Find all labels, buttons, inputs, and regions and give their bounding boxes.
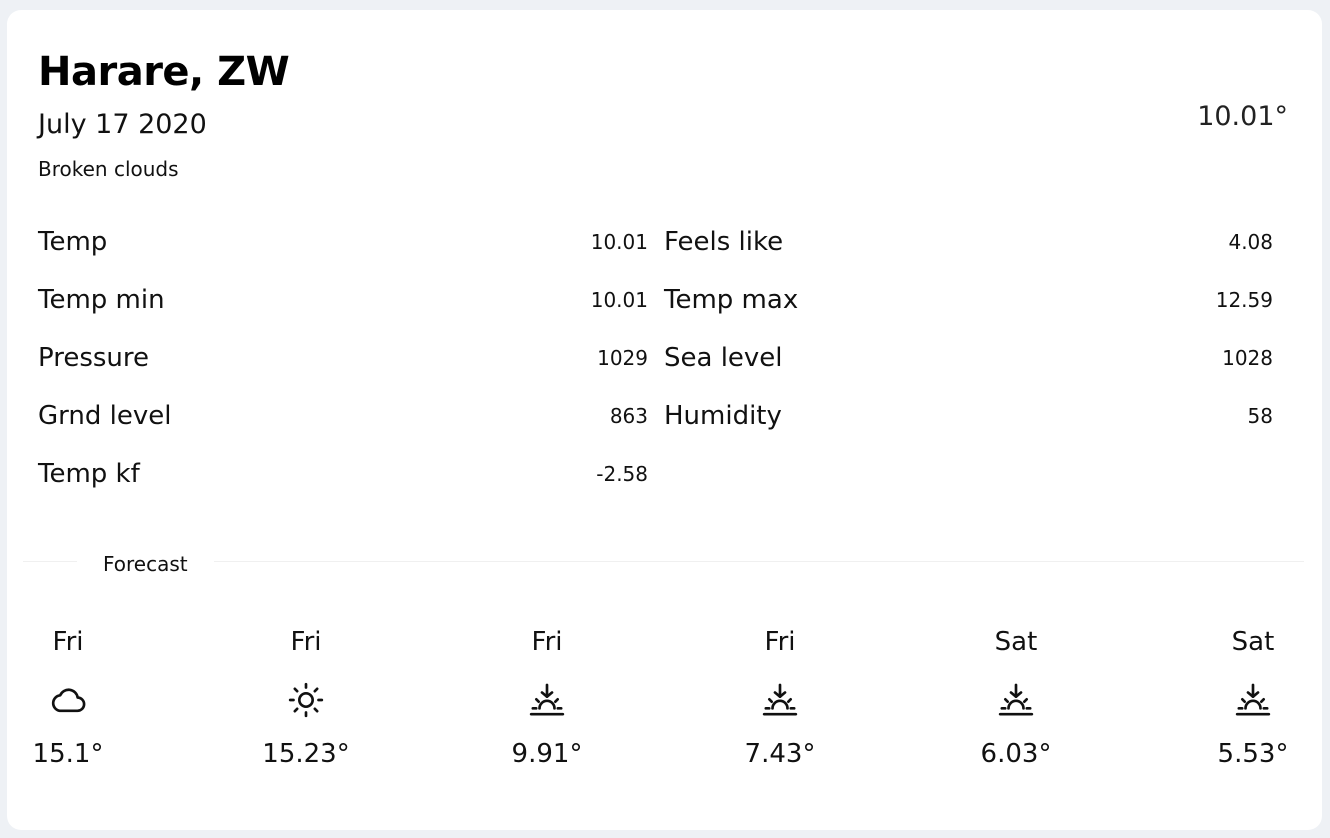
weather-description: Broken clouds: [38, 157, 179, 181]
sunset-icon: [956, 663, 1076, 737]
forecast-day: Fri 15.23°: [246, 625, 366, 771]
forecast-day: Fri 9.91°: [487, 625, 607, 771]
stat-value: 12.59: [1215, 288, 1273, 312]
stat-label: Feels like: [664, 227, 784, 257]
stat-label: Temp kf: [38, 459, 140, 489]
sun-icon: [246, 663, 366, 737]
stat-value: 863: [609, 404, 648, 428]
forecast-temp: 9.91°: [511, 739, 583, 769]
stat-row-sea-level: Sea level 1028: [664, 338, 1273, 378]
forecast-day: Fri 7.43°: [720, 625, 840, 771]
forecast-title: Forecast: [77, 550, 214, 578]
forecast-day-label: Fri: [531, 627, 563, 657]
stat-value: 4.08: [1228, 230, 1273, 254]
stat-value: 58: [1247, 404, 1273, 428]
forecast-day: Sat 6.03°: [956, 625, 1076, 771]
stat-row-feels-like: Feels like 4.08: [664, 222, 1273, 262]
forecast-temp: 6.03°: [980, 739, 1052, 769]
stat-label: Humidity: [664, 401, 782, 431]
forecast-day: Sat 5.53°: [1193, 625, 1313, 771]
stat-label: Temp: [38, 227, 108, 257]
stat-value: 10.01: [590, 230, 648, 254]
forecast-temp: 15.1°: [32, 739, 104, 769]
sunset-icon: [487, 663, 607, 737]
stat-row-temp-min: Temp min 10.01: [38, 280, 648, 320]
forecast-day-label: Fri: [764, 627, 796, 657]
stat-value: -2.58: [596, 462, 648, 486]
stat-value: 1028: [1222, 346, 1273, 370]
stat-row-temp-kf: Temp kf -2.58: [38, 454, 648, 494]
forecast-day-label: Fri: [52, 627, 84, 657]
stat-value: 1029: [597, 346, 648, 370]
stat-row-humidity: Humidity 58: [664, 396, 1273, 436]
forecast-day-label: Fri: [290, 627, 322, 657]
forecast-temp: 5.53°: [1217, 739, 1289, 769]
stat-label: Temp max: [664, 285, 799, 315]
stat-label: Temp min: [38, 285, 165, 315]
stat-label: Sea level: [664, 343, 783, 373]
stat-row-temp-max: Temp max 12.59: [664, 280, 1273, 320]
current-temperature: 10.01°: [1197, 101, 1288, 132]
stat-row-pressure: Pressure 1029: [38, 338, 648, 378]
forecast-day-label: Sat: [994, 627, 1038, 657]
forecast-day: Fri 15.1°: [8, 625, 128, 771]
city-title: Harare, ZW: [38, 49, 290, 95]
forecast-temp: 7.43°: [744, 739, 816, 769]
sunset-icon: [1193, 663, 1313, 737]
weather-card: Harare, ZW July 17 2020 Broken clouds 10…: [7, 10, 1322, 830]
sunset-icon: [720, 663, 840, 737]
forecast-day-label: Sat: [1231, 627, 1275, 657]
forecast-temp: 15.23°: [262, 739, 350, 769]
stat-value: 10.01: [590, 288, 648, 312]
stat-label: Grnd level: [38, 401, 172, 431]
cloud-icon: [8, 663, 128, 737]
forecast-divider: [23, 561, 1304, 562]
date-label: July 17 2020: [38, 109, 207, 140]
stat-label: Pressure: [38, 343, 150, 373]
stat-row-grnd-level: Grnd level 863: [38, 396, 648, 436]
stat-row-temp: Temp 10.01: [38, 222, 648, 262]
